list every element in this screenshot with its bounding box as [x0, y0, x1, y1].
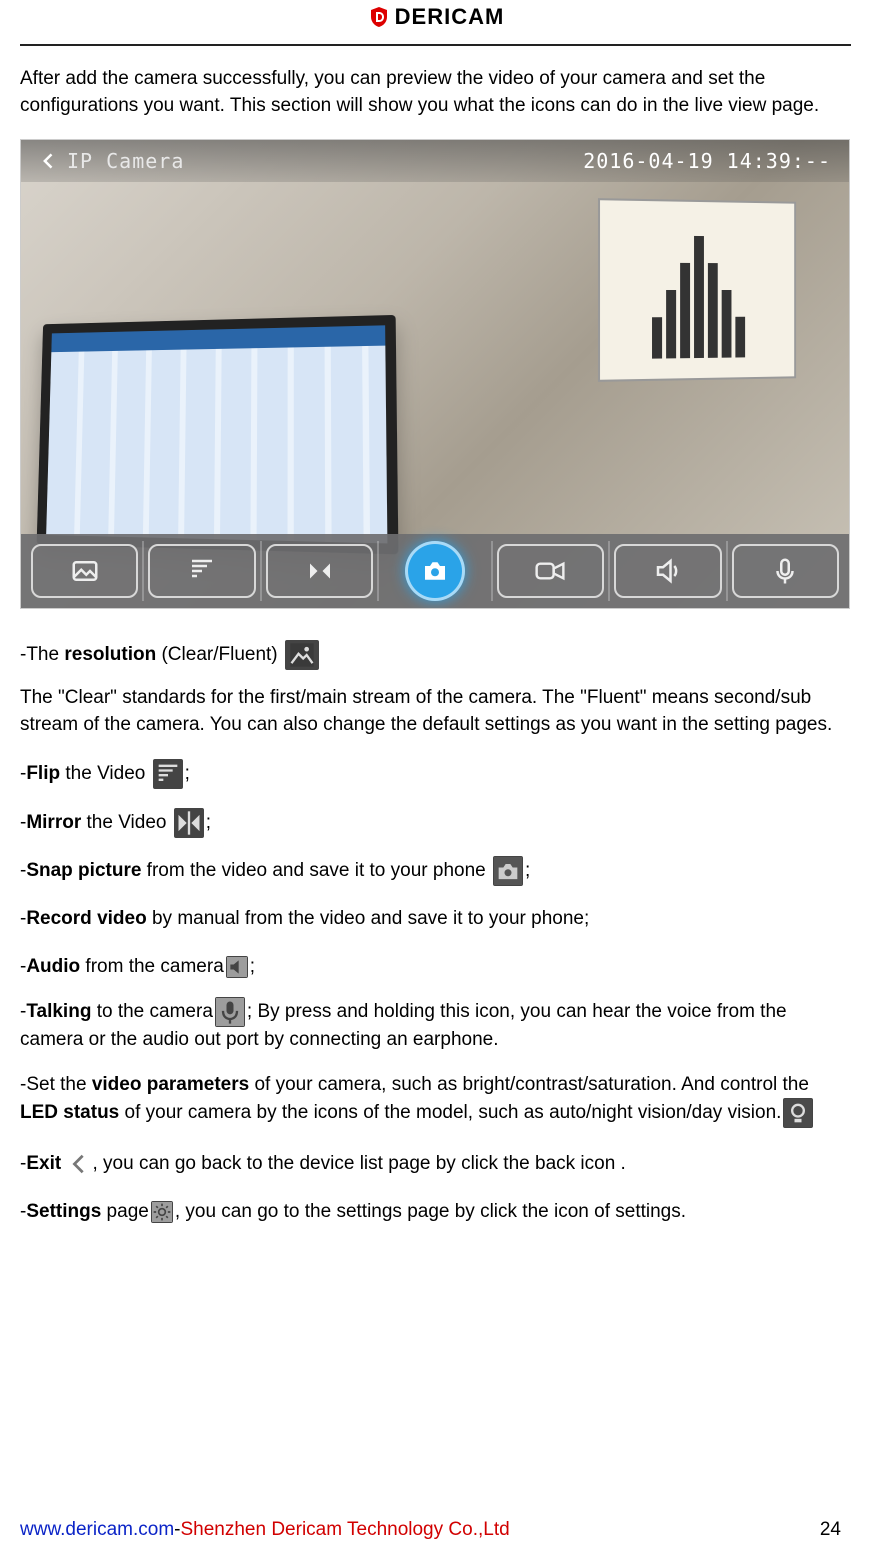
bold-text: Talking — [26, 1001, 91, 1022]
text: ; — [525, 860, 530, 881]
image-icon — [70, 556, 100, 586]
text: ; — [250, 956, 255, 977]
image-icon — [285, 640, 319, 670]
page-footer: www.dericam.com-Shenzhen Dericam Technol… — [20, 1517, 841, 1544]
shield-d-icon — [367, 5, 391, 29]
bold-text: resolution — [64, 644, 156, 665]
flip-button[interactable] — [148, 544, 255, 598]
record-button[interactable] — [497, 544, 604, 598]
gear-icon — [151, 1201, 173, 1223]
screenshot-topbar: IP Camera 2016-04-19 14:39:-- — [21, 140, 849, 182]
item-resolution: -The resolution (Clear/Fluent) — [20, 637, 851, 673]
speaker-icon — [226, 956, 248, 978]
mirror-icon — [305, 556, 335, 586]
flip-icon — [187, 556, 217, 586]
text: , you can go to the settings page by cli… — [175, 1201, 686, 1222]
audio-button[interactable] — [614, 544, 721, 598]
microphone-icon — [215, 997, 245, 1027]
text: the Video — [60, 763, 151, 784]
bold-text: video parameters — [92, 1074, 249, 1095]
text: by manual from the video and save it to … — [147, 908, 590, 929]
brand-logo: DERICAM — [367, 2, 505, 33]
bold-text: Record video — [26, 908, 146, 929]
live-view-screenshot: IP Camera 2016-04-19 14:39:-- — [20, 139, 850, 609]
screenshot-toolbar — [21, 534, 849, 608]
snapshot-button[interactable] — [383, 544, 486, 598]
screenshot-timestamp: 2016-04-19 14:39:-- — [583, 147, 831, 175]
document-page: DERICAM After add the camera successfull… — [0, 0, 871, 1562]
resolution-toggle[interactable] — [31, 544, 138, 598]
screenshot-title: IP Camera — [67, 147, 184, 175]
text: (Clear/Fluent) — [156, 644, 283, 665]
bold-text: Flip — [26, 763, 60, 784]
text: to the camera — [91, 1001, 212, 1022]
item-flip: -Flip the Video ; — [20, 756, 851, 792]
scene-laptop — [37, 315, 399, 554]
text: -The — [20, 644, 64, 665]
camera-icon — [420, 556, 450, 586]
back-area[interactable]: IP Camera — [39, 147, 184, 175]
brand-text: DERICAM — [395, 2, 505, 33]
footer-left: www.dericam.com-Shenzhen Dericam Technol… — [20, 1517, 510, 1544]
text: ; — [185, 763, 190, 784]
bold-text: Audio — [26, 956, 80, 977]
chevron-left-icon — [68, 1153, 90, 1175]
text — [61, 1153, 66, 1174]
text: , you can go back to the device list pag… — [92, 1153, 625, 1174]
page-number: 24 — [820, 1517, 841, 1544]
mirror-button[interactable] — [266, 544, 373, 598]
text: the Video — [81, 812, 172, 833]
led-status-icon — [783, 1098, 813, 1128]
chevron-left-icon — [39, 151, 59, 171]
bold-text: Settings — [26, 1201, 101, 1222]
item-settings: -Settings page , you can go to the setti… — [20, 1194, 851, 1230]
scene-test-chart — [598, 198, 796, 382]
text: of your camera by the icons of the model… — [119, 1102, 781, 1123]
text: from the video and save it to your phone — [141, 860, 491, 881]
camera-icon — [493, 856, 523, 886]
footer-company: Shenzhen Dericam Technology Co.,Ltd — [180, 1519, 509, 1540]
item-record: -Record video by manual from the video a… — [20, 901, 851, 937]
item-video-parameters: -Set the video parameters of your camera… — [20, 1072, 851, 1129]
video-icon — [533, 556, 567, 586]
item-snap: -Snap picture from the video and save it… — [20, 853, 851, 889]
item-exit: -Exit , you can go back to the device li… — [20, 1146, 851, 1182]
item-talking: -Talking to the camera ; By press and ho… — [20, 997, 851, 1054]
footer-url: www.dericam.com — [20, 1519, 174, 1540]
text: of your camera, such as bright/contrast/… — [249, 1074, 809, 1095]
microphone-icon — [770, 556, 800, 586]
page-header: DERICAM — [20, 2, 851, 46]
text: ; — [206, 812, 211, 833]
flip-icon — [153, 759, 183, 789]
item-audio: -Audio from the camera ; — [20, 949, 851, 985]
speaker-icon — [653, 556, 683, 586]
text: -Set the — [20, 1074, 92, 1095]
mirror-icon — [174, 808, 204, 838]
bold-text: Snap picture — [26, 860, 141, 881]
bold-text: Exit — [26, 1153, 61, 1174]
bold-text: LED status — [20, 1102, 119, 1123]
resolution-description: The "Clear" standards for the first/main… — [20, 685, 851, 738]
text: from the camera — [80, 956, 224, 977]
mic-button[interactable] — [732, 544, 839, 598]
bold-text: Mirror — [26, 812, 81, 833]
intro-paragraph: After add the camera successfully, you c… — [20, 66, 851, 119]
item-mirror: -Mirror the Video ; — [20, 805, 851, 841]
text: page — [101, 1201, 149, 1222]
